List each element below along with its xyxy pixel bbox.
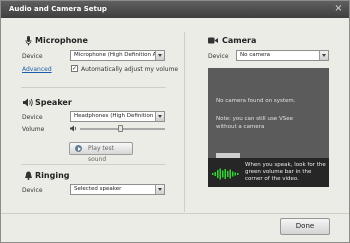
- advanced-link[interactable]: Advanced: [22, 66, 52, 73]
- mic-device-select[interactable]: Microphone (High Definition Au: [70, 50, 165, 61]
- speaker-title: Speaker: [35, 98, 72, 107]
- camera-note-line1: Note: you can still use VSee: [216, 116, 293, 122]
- column-divider: [184, 32, 185, 212]
- speaker-icon: [23, 98, 33, 107]
- play-test-sound-label: Play test sound: [88, 145, 114, 163]
- divider: [21, 164, 166, 165]
- chevron-down-icon: [155, 112, 164, 121]
- camera-device-select[interactable]: No camera: [236, 50, 329, 61]
- auto-adjust-label: Automatically adjust my volume: [81, 66, 179, 73]
- done-button[interactable]: Done: [280, 218, 330, 235]
- camera-device-label: Device: [208, 53, 229, 60]
- camera-note-line2: without a camera: [216, 124, 265, 130]
- volume-tip-text: When you speak, look for the green volum…: [245, 162, 326, 182]
- mic-device-label: Device: [22, 53, 43, 60]
- microphone-title: Microphone: [35, 36, 88, 45]
- video-camera-icon: [208, 37, 218, 44]
- setup-dialog: Audio and Camera Setup × Microphone Devi…: [0, 0, 350, 243]
- mic-device-value: Microphone (High Definition Au: [74, 52, 160, 58]
- chevron-down-icon: [155, 51, 164, 60]
- microphone-icon: [25, 36, 32, 46]
- volume-bar-icon: [212, 168, 239, 180]
- volume-icon: [70, 125, 76, 132]
- window-title: Audio and Camera Setup: [9, 5, 107, 13]
- auto-adjust-checkbox[interactable]: ✓: [71, 65, 78, 72]
- volume-slider-thumb[interactable]: [118, 125, 124, 132]
- ringing-title: Ringing: [35, 171, 70, 180]
- ringing-device-value: Selected speaker: [74, 186, 122, 192]
- close-icon[interactable]: ×: [333, 4, 344, 15]
- bell-icon: [25, 171, 32, 180]
- play-test-sound-button[interactable]: Play test sound: [69, 142, 133, 163]
- tip-pointer: [216, 153, 240, 158]
- title-bar: Audio and Camera Setup ×: [1, 1, 349, 18]
- speaker-device-value: Headphones (High Definition Au: [74, 113, 163, 119]
- ringing-device-label: Device: [22, 187, 43, 194]
- speaker-device-select[interactable]: Headphones (High Definition Au: [70, 111, 165, 122]
- chevron-down-icon: [319, 51, 328, 60]
- camera-device-value: No camera: [240, 52, 270, 58]
- volume-tip: When you speak, look for the green volum…: [208, 153, 329, 187]
- ringing-device-select[interactable]: Selected speaker: [70, 184, 165, 195]
- no-camera-message: No camera found on system.: [216, 98, 296, 104]
- play-icon: [75, 145, 82, 152]
- divider: [21, 87, 166, 88]
- chevron-down-icon: [155, 185, 164, 194]
- speaker-device-label: Device: [22, 114, 43, 121]
- camera-title: Camera: [222, 36, 257, 45]
- volume-label: Volume: [22, 126, 45, 133]
- footer-divider: [1, 213, 349, 214]
